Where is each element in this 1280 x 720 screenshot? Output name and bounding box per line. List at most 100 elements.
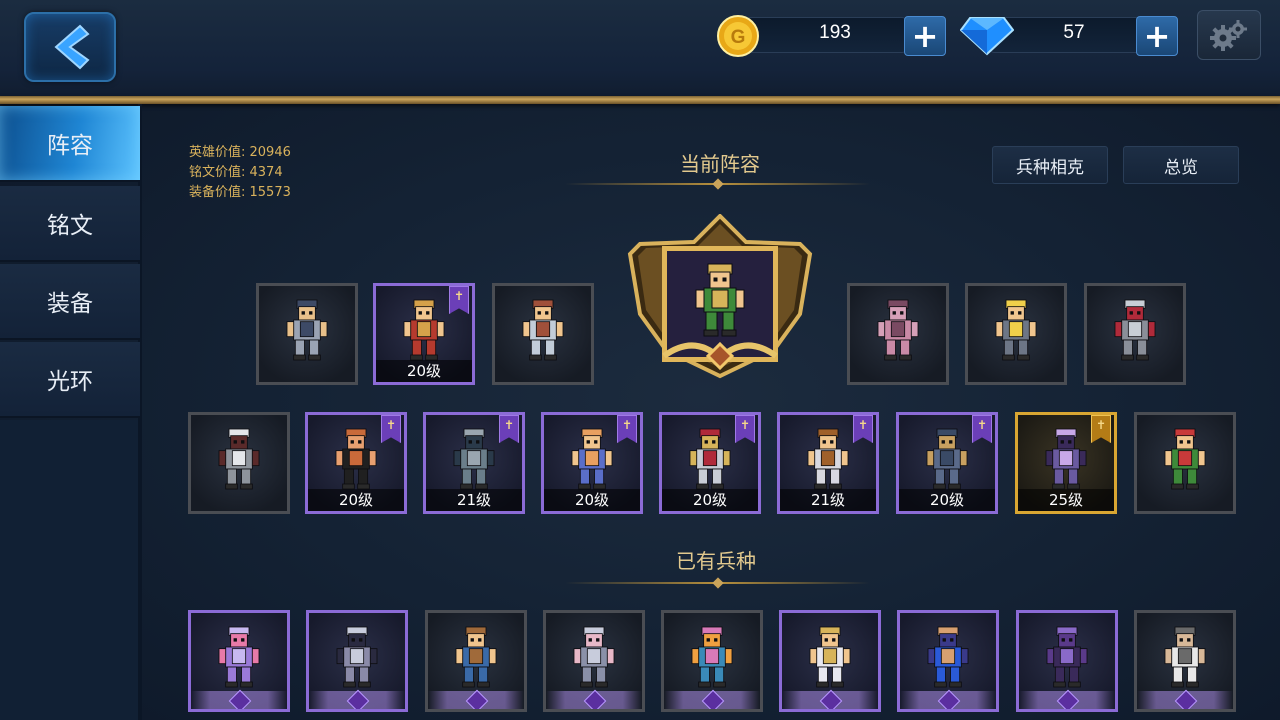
laurel-badge-icon xyxy=(782,691,878,709)
rank-flag-icon xyxy=(617,415,637,443)
formation-unit-slot[interactable]: 21级 xyxy=(777,412,879,514)
chevron-left-icon xyxy=(54,24,90,70)
overview-button[interactable]: 总览 xyxy=(1123,146,1239,184)
laurel-badge-icon xyxy=(1019,691,1115,709)
inscription-value: 铭文价值: 4374 xyxy=(189,165,283,180)
hero-sprite xyxy=(336,626,378,688)
hero-sprite xyxy=(286,299,328,361)
laurel-badge-icon xyxy=(309,691,405,709)
formation-unit-slot[interactable] xyxy=(965,283,1067,385)
hero-sprite xyxy=(877,299,919,361)
tab-lineup[interactable]: 阵容 xyxy=(0,106,140,182)
tab-equipment[interactable]: 装备 xyxy=(0,264,140,340)
owned-unit-slot[interactable] xyxy=(188,610,290,712)
formation-unit-slot[interactable]: 20级 xyxy=(305,412,407,514)
formation-unit-slot[interactable]: 20级 xyxy=(896,412,998,514)
equipment-value: 装备价值: 15573 xyxy=(189,185,291,200)
formation-unit-slot[interactable] xyxy=(492,283,594,385)
formation-unit-slot[interactable]: 20级 xyxy=(659,412,761,514)
hero-sprite xyxy=(926,428,968,490)
hero-sprite xyxy=(522,299,564,361)
tab-aura[interactable]: 光环 xyxy=(0,342,140,418)
unit-level: 21级 xyxy=(780,489,876,511)
formation-unit-slot[interactable] xyxy=(847,283,949,385)
owned-unit-slot[interactable] xyxy=(425,610,527,712)
owned-unit-slot[interactable] xyxy=(1134,610,1236,712)
gold-counter: G 193 + xyxy=(716,14,946,57)
hero-sprite xyxy=(218,428,260,490)
formation-unit-slot[interactable]: 21级 xyxy=(423,412,525,514)
hero-sprite xyxy=(1114,299,1156,361)
owned-unit-slot[interactable] xyxy=(661,610,763,712)
formation-unit-slot[interactable]: 20级 xyxy=(373,283,475,385)
captain-slot[interactable] xyxy=(624,213,816,380)
laurel-badge-icon xyxy=(664,691,760,709)
back-button[interactable] xyxy=(24,12,116,82)
formation-unit-slot[interactable] xyxy=(256,283,358,385)
owned-title-rule xyxy=(565,582,870,584)
hero-value: 英雄价值: 20946 xyxy=(189,145,291,160)
owned-unit-slot[interactable] xyxy=(779,610,881,712)
formation-title-rule xyxy=(565,183,870,185)
gem-value: 57 xyxy=(1063,22,1085,43)
owned-unit-slot[interactable] xyxy=(306,610,408,712)
hero-sprite xyxy=(335,428,377,490)
laurel-badge-icon xyxy=(546,691,642,709)
hero-sprite xyxy=(691,626,733,688)
hero-sprite xyxy=(995,299,1037,361)
gear-icon xyxy=(1210,20,1247,51)
hero-sprite xyxy=(1164,626,1206,688)
formation-unit-slot[interactable]: 20级 xyxy=(541,412,643,514)
hero-sprite xyxy=(807,428,849,490)
add-gems-button[interactable]: + xyxy=(1136,16,1178,56)
rank-flag-icon xyxy=(499,415,519,443)
formation-unit-slot[interactable]: 25级 xyxy=(1015,412,1117,514)
hero-sprite xyxy=(1164,428,1206,490)
unit-level: 25级 xyxy=(1018,489,1114,511)
hero-sprite xyxy=(573,626,615,688)
rank-flag-icon xyxy=(449,286,469,314)
top-bar-divider xyxy=(0,96,1280,104)
rank-flag-icon xyxy=(853,415,873,443)
rank-flag-icon xyxy=(1091,415,1111,443)
value-stats: 英雄价值: 20946 铭文价值: 4374 装备价值: 15573 xyxy=(189,143,291,203)
add-gold-button[interactable]: + xyxy=(904,16,946,56)
rank-flag-icon xyxy=(735,415,755,443)
unit-counter-button[interactable]: 兵种相克 xyxy=(992,146,1108,184)
formation-unit-slot[interactable] xyxy=(1134,412,1236,514)
hero-sprite xyxy=(403,299,445,361)
tab-inscription[interactable]: 铭文 xyxy=(0,186,140,262)
unit-level: 20级 xyxy=(899,489,995,511)
plus-icon: + xyxy=(911,17,939,55)
hero-sprite xyxy=(455,626,497,688)
plus-icon: + xyxy=(1143,17,1171,55)
formation-unit-slot[interactable] xyxy=(188,412,290,514)
settings-button[interactable] xyxy=(1197,10,1261,60)
hero-sprite xyxy=(809,626,851,688)
unit-level: 21级 xyxy=(426,489,522,511)
gold-coin-icon: G xyxy=(717,15,759,57)
formation-unit-slot[interactable] xyxy=(1084,283,1186,385)
laurel-badge-icon xyxy=(191,691,287,709)
owned-units-title: 已有兵种 xyxy=(676,549,756,573)
owned-unit-slot[interactable] xyxy=(897,610,999,712)
unit-level: 20级 xyxy=(308,489,404,511)
hero-sprite xyxy=(927,626,969,688)
gold-value: 193 xyxy=(819,22,851,43)
svg-text:G: G xyxy=(731,27,746,48)
hero-sprite xyxy=(571,428,613,490)
owned-unit-slot[interactable] xyxy=(543,610,645,712)
hero-sprite xyxy=(1045,428,1087,490)
tab-panel-fill xyxy=(0,420,138,720)
hero-sprite xyxy=(1046,626,1088,688)
gem-counter: 57 + xyxy=(960,14,1180,56)
unit-level: 20级 xyxy=(376,360,472,382)
unit-level: 20级 xyxy=(662,489,758,511)
rank-flag-icon xyxy=(381,415,401,443)
captain-hero-sprite xyxy=(695,263,745,337)
rank-flag-icon xyxy=(972,415,992,443)
laurel-badge-icon xyxy=(428,691,524,709)
owned-unit-slot[interactable] xyxy=(1016,610,1118,712)
hero-sprite xyxy=(453,428,495,490)
formation-title: 当前阵容 xyxy=(680,152,760,176)
